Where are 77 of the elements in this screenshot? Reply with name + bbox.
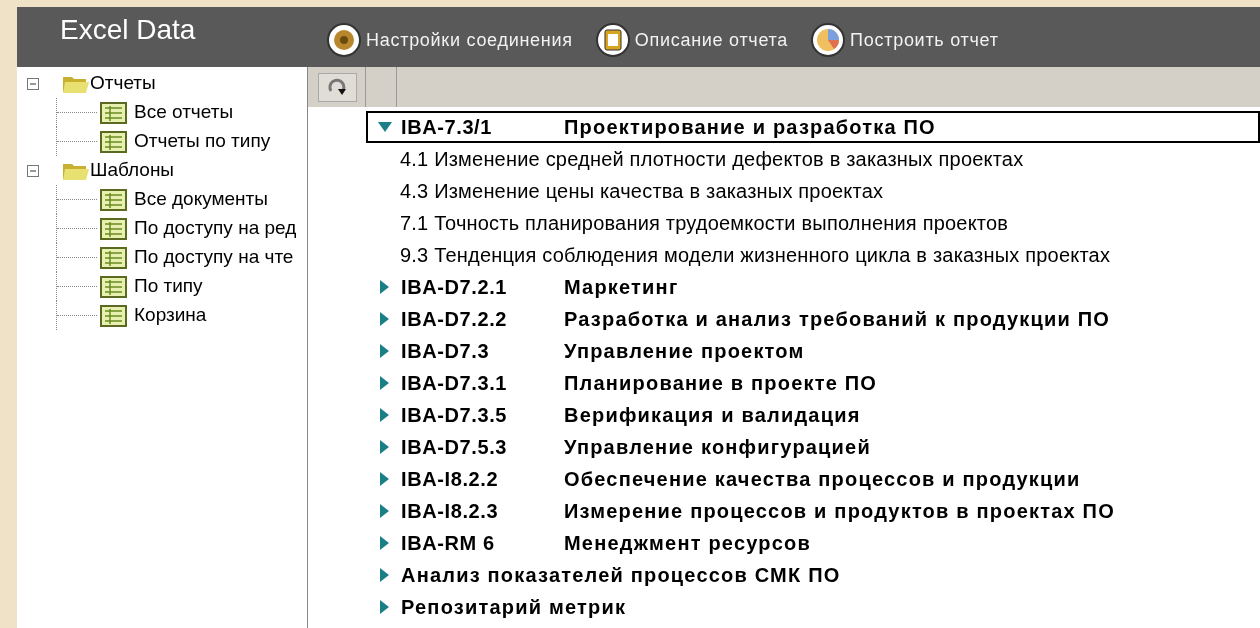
group-title: Управление проектом xyxy=(564,339,805,364)
caret-right-icon xyxy=(380,568,389,582)
group-code: IBA-I8.2.2 xyxy=(401,467,500,492)
group-row[interactable]: IBA-RM 6 Менеджмент ресурсов xyxy=(366,527,1260,559)
group-code: IBA-D7.3 xyxy=(401,339,491,364)
group-code: IBA-7.3/1 xyxy=(401,115,493,140)
toolbar-button[interactable]: Настройки соединения xyxy=(326,22,573,58)
group-code: IBA-RM 6 xyxy=(401,531,496,556)
tree-item[interactable]: Отчеты xyxy=(90,69,156,98)
list-icon xyxy=(100,275,127,298)
list-icon xyxy=(100,188,127,211)
caret-right-icon xyxy=(380,536,389,550)
caret-right-icon xyxy=(380,600,389,614)
collapse-icon[interactable] xyxy=(27,164,39,177)
clipboard-icon xyxy=(594,22,631,58)
tree-item[interactable]: По доступу на чте xyxy=(134,243,294,272)
group-row[interactable]: IBA-D7.3.1 Планирование в проекте ПО xyxy=(366,367,1260,399)
toolbar-button[interactable]: Построить отчет xyxy=(810,22,999,58)
group-title: Обеспечение качества процессов и продукции xyxy=(564,467,1081,492)
pie-chart-icon xyxy=(810,22,847,58)
group-row[interactable]: IBA-D7.2.2 Разработка и анализ требований к продукции ПО xyxy=(366,303,1260,335)
group-row[interactable]: IBA-D7.5.3 Управление конфигурацией xyxy=(366,431,1260,463)
gear-icon xyxy=(326,22,362,58)
group-code: IBA-D7.3.5 xyxy=(401,403,509,428)
group-title: Верификация и валидация xyxy=(564,403,861,428)
group-title: Маркетинг xyxy=(564,275,679,300)
collapse-icon[interactable] xyxy=(27,77,39,90)
group-row[interactable]: Анализ показателей процессов СМК ПО xyxy=(366,559,1260,591)
report-item[interactable]: 4.1 Изменение средней плотности дефектов в заказных проектах xyxy=(400,144,1024,174)
group-code: IBA-D7.2.1 xyxy=(401,275,509,300)
group-title: Управление конфигурацией xyxy=(564,435,871,460)
group-title: Планирование в проекте ПО xyxy=(564,371,878,396)
group-code: IBA-D7.2.2 xyxy=(401,307,509,332)
group-title: Менеджмент ресурсов xyxy=(564,531,811,556)
caret-right-icon xyxy=(380,280,389,294)
caret-right-icon xyxy=(380,344,389,358)
group-title: Репозитарий метрик xyxy=(401,595,627,620)
refresh-icon xyxy=(326,77,349,97)
group-title: Анализ показателей процессов СМК ПО xyxy=(401,563,841,588)
caret-right-icon xyxy=(380,312,389,326)
caret-right-icon xyxy=(380,504,389,518)
tree-item[interactable]: По типу xyxy=(134,272,203,301)
group-row[interactable]: IBA-D7.2.1 Маркетинг xyxy=(366,271,1260,303)
app-title: Excel Data xyxy=(60,13,197,47)
group-code: IBA-I8.2.3 xyxy=(401,499,500,524)
tree-item[interactable]: Отчеты по типу xyxy=(134,127,271,156)
tree-item[interactable]: Шаблоны xyxy=(90,156,175,185)
list-icon xyxy=(100,246,127,269)
caret-right-icon xyxy=(380,440,389,454)
report-item[interactable]: 7.1 Точность планирования трудоемкости выполнения проектов xyxy=(400,208,1009,238)
group-row[interactable]: IBA-D7.3 Управление проектом xyxy=(366,335,1260,367)
group-row[interactable]: IBA-I8.2.2 Обеспечение качества процессов и продукции xyxy=(366,463,1260,495)
list-icon xyxy=(100,304,127,327)
tree-item[interactable]: Все отчеты xyxy=(134,98,234,127)
group-code: IBA-D7.3.1 xyxy=(401,371,509,396)
tree-item[interactable]: Все документы xyxy=(134,185,268,214)
group-row[interactable]: IBA-D7.3.5 Верификация и валидация xyxy=(366,399,1260,431)
caret-right-icon xyxy=(380,472,389,486)
list-icon xyxy=(100,130,127,153)
group-code: IBA-D7.5.3 xyxy=(401,435,509,460)
group-title: Измерение процессов и продуктов в проектах ПО xyxy=(564,499,1115,524)
report-item[interactable]: 4.3 Изменение цены качества в заказных проектах xyxy=(400,176,884,206)
group-title: Проектирование и разработка ПО xyxy=(564,115,936,140)
refresh-button[interactable] xyxy=(318,72,357,102)
group-row[interactable]: IBA-I8.2.3 Измерение процессов и продуктов в проектах ПО xyxy=(366,495,1260,527)
report-item[interactable]: 9.3 Тенденция соблюдения модели жизненного цикла в заказных проектах xyxy=(400,240,1111,270)
group-row[interactable]: Репозитарий метрик xyxy=(366,591,1260,623)
caret-right-icon xyxy=(380,376,389,390)
list-icon xyxy=(100,217,127,240)
caret-right-icon xyxy=(380,408,389,422)
list-icon xyxy=(100,101,127,124)
caret-down-icon xyxy=(378,122,392,132)
tree-item[interactable]: По доступу на ред xyxy=(134,214,297,243)
group-title: Разработка и анализ требований к продукции ПО xyxy=(564,307,1111,332)
group-row[interactable]: IBA-7.3/1 Проектирование и разработка ПО xyxy=(366,111,1260,143)
toolbar-button[interactable]: Описание отчета xyxy=(594,22,789,58)
tree-item[interactable]: Корзина xyxy=(134,301,207,330)
